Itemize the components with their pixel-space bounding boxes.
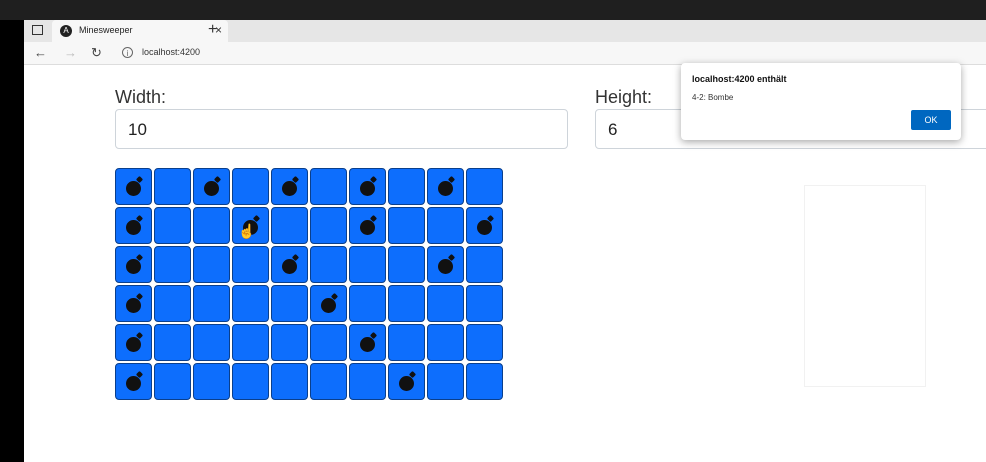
board-cell[interactable]: [193, 285, 230, 322]
board-cell[interactable]: [154, 168, 191, 205]
bomb-cell[interactable]: [310, 285, 347, 322]
info-icon[interactable]: i: [122, 47, 133, 58]
board-cell[interactable]: [193, 363, 230, 400]
bomb-cell[interactable]: [466, 207, 503, 244]
board-cell[interactable]: [388, 168, 425, 205]
background-shape: [804, 185, 926, 387]
board-cell[interactable]: [310, 246, 347, 283]
height-label: Height:: [595, 87, 653, 107]
bomb-cell[interactable]: [115, 363, 152, 400]
back-icon[interactable]: ←: [34, 45, 47, 60]
board-cell[interactable]: [232, 246, 269, 283]
bomb-cell[interactable]: [115, 324, 152, 361]
width-input[interactable]: 10: [115, 109, 568, 149]
board-cell[interactable]: [271, 324, 308, 361]
window-menu-icon[interactable]: [32, 25, 43, 35]
minesweeper-board: [115, 168, 503, 400]
board-cell[interactable]: [193, 324, 230, 361]
board-cell[interactable]: [466, 324, 503, 361]
board-cell[interactable]: [232, 363, 269, 400]
board-cell[interactable]: [232, 324, 269, 361]
new-tab-icon[interactable]: +: [208, 21, 217, 39]
left-strip: [0, 20, 24, 462]
board-cell[interactable]: [154, 285, 191, 322]
board-cell[interactable]: [193, 207, 230, 244]
board-cell[interactable]: [271, 363, 308, 400]
bomb-cell[interactable]: [388, 363, 425, 400]
board-cell[interactable]: [154, 246, 191, 283]
dialog-title: localhost:4200 enthält: [692, 74, 787, 84]
bomb-cell[interactable]: [115, 246, 152, 283]
address-bar: ← → ↻ i localhost:4200: [24, 42, 986, 65]
board-cell[interactable]: [232, 168, 269, 205]
board-cell[interactable]: [232, 285, 269, 322]
board-cell[interactable]: [466, 285, 503, 322]
tab-title: Minesweeper: [79, 25, 133, 35]
bomb-cell[interactable]: [427, 246, 464, 283]
board-cell[interactable]: [388, 207, 425, 244]
board-cell[interactable]: [349, 246, 386, 283]
bomb-cell[interactable]: [271, 168, 308, 205]
board-cell[interactable]: [388, 285, 425, 322]
bomb-cell[interactable]: [115, 207, 152, 244]
board-cell[interactable]: [427, 285, 464, 322]
bomb-cell[interactable]: [349, 207, 386, 244]
board-cell[interactable]: [271, 285, 308, 322]
board-cell[interactable]: [427, 363, 464, 400]
bomb-cell[interactable]: [115, 168, 152, 205]
board-cell[interactable]: [310, 207, 347, 244]
tab-bar: A Minesweeper × +: [24, 20, 986, 42]
bomb-cell[interactable]: [271, 246, 308, 283]
bomb-cell[interactable]: [427, 168, 464, 205]
dialog-message: 4-2: Bombe: [692, 93, 734, 102]
url-field[interactable]: localhost:4200: [142, 47, 200, 57]
bomb-cell[interactable]: [349, 168, 386, 205]
board-cell[interactable]: [310, 363, 347, 400]
board-cell[interactable]: [349, 285, 386, 322]
board-cell[interactable]: [154, 363, 191, 400]
board-cell[interactable]: [466, 363, 503, 400]
bomb-cell[interactable]: [349, 324, 386, 361]
alert-dialog: localhost:4200 enthält 4-2: Bombe OK: [681, 63, 961, 140]
angular-icon: A: [60, 25, 72, 37]
bomb-cell[interactable]: [193, 168, 230, 205]
forward-icon[interactable]: →: [64, 45, 77, 60]
board-cell[interactable]: [427, 207, 464, 244]
board-cell[interactable]: [388, 246, 425, 283]
reload-icon[interactable]: ↻: [91, 45, 102, 61]
board-cell[interactable]: [310, 324, 347, 361]
board-cell[interactable]: [388, 324, 425, 361]
board-cell[interactable]: [466, 246, 503, 283]
width-label: Width:: [115, 87, 167, 107]
hand-cursor-icon: ☝: [238, 223, 256, 239]
board-cell[interactable]: [271, 207, 308, 244]
board-cell[interactable]: [310, 168, 347, 205]
tab-minesweeper[interactable]: A Minesweeper ×: [52, 20, 228, 42]
board-cell[interactable]: [466, 168, 503, 205]
board-cell[interactable]: [154, 324, 191, 361]
ok-button[interactable]: OK: [911, 110, 951, 130]
board-cell[interactable]: [427, 324, 464, 361]
board-cell[interactable]: [154, 207, 191, 244]
board-cell[interactable]: [193, 246, 230, 283]
bomb-cell[interactable]: [115, 285, 152, 322]
board-cell[interactable]: [349, 363, 386, 400]
